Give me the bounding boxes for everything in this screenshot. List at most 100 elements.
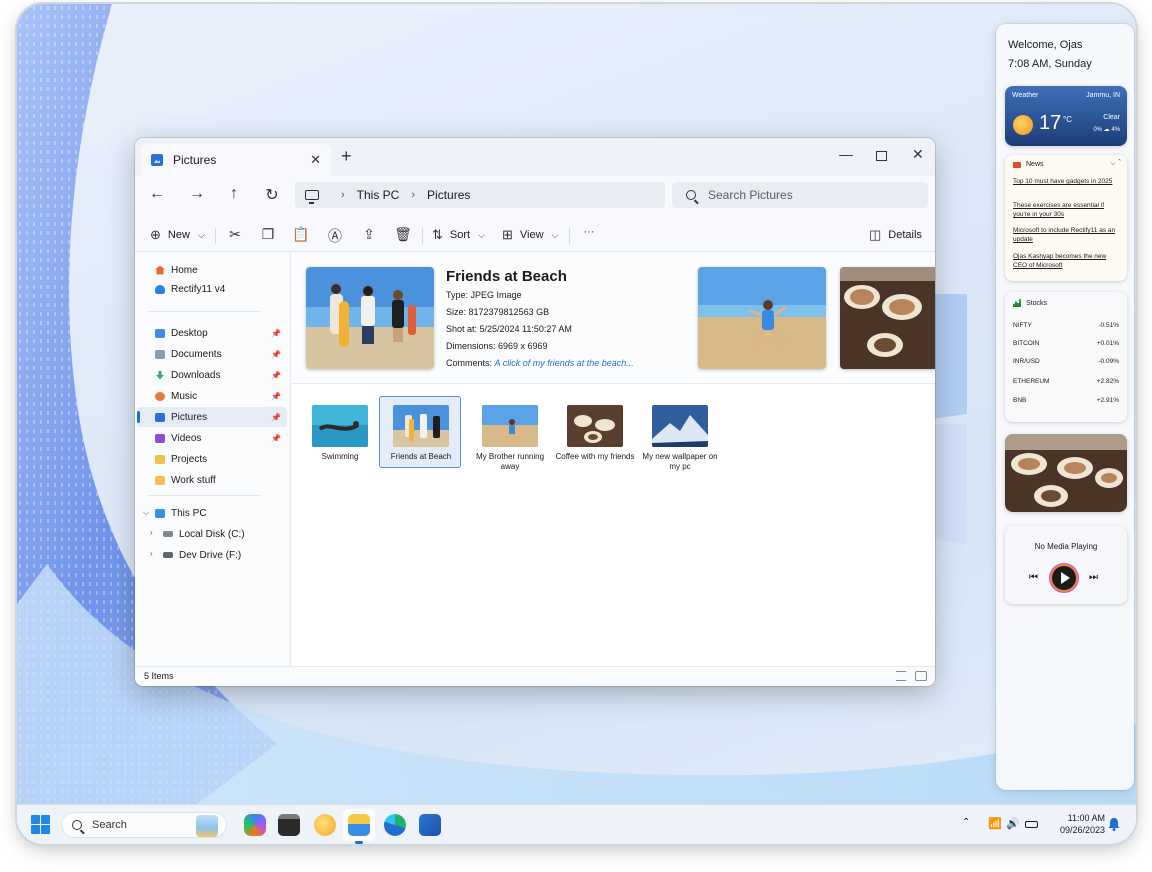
photos-widget[interactable] [1005, 434, 1127, 512]
next-track-icon[interactable]: ⏭ [1089, 572, 1098, 583]
stocks-widget[interactable]: Stocks NIFTY -0.51% BITCOIN +0.01% INR/USD… [1005, 292, 1127, 422]
chevron-down-icon: ⌵ [551, 229, 559, 240]
sidebar-item-label: Dev Drive (F:) [179, 549, 242, 561]
news-headline[interactable]: Microsoft to include Rectify11 as an upd… [1013, 226, 1121, 244]
sidebar-item-projects[interactable]: Projects [137, 449, 287, 469]
new-tab-button[interactable]: + [341, 147, 352, 165]
close-tab-icon[interactable]: ✕ [310, 152, 321, 168]
close-window-button[interactable]: ✕ [912, 146, 924, 163]
sidebar-item-dev-drive[interactable]: Dev Drive (F:) [145, 545, 295, 565]
news-headline[interactable]: These exercises are essential if you're … [1013, 201, 1121, 219]
address-bar[interactable]: › This PC › Pictures [295, 182, 665, 208]
pin-icon[interactable]: 📌 [271, 329, 281, 338]
details-button[interactable]: ◫ Details [869, 227, 922, 243]
stocks-header: Stocks [1013, 299, 1047, 307]
breadcrumb-this-pc[interactable]: This PC [357, 188, 400, 202]
sort-button[interactable]: ⇅ Sort ⌵ [432, 227, 485, 243]
file-explorer-window: Pictures ✕ + — ✕ ← → ↑ ↻ › This PC › Pic… [135, 138, 935, 686]
back-button[interactable]: ← [145, 185, 169, 203]
maximize-button[interactable] [876, 151, 887, 161]
tab-pictures[interactable]: Pictures ✕ [141, 144, 331, 176]
breadcrumb-separator-icon: › [341, 189, 345, 201]
drive-icon [163, 531, 173, 537]
sidebar-item-pictures[interactable]: Pictures 📌 [137, 407, 287, 427]
chevron-down-icon: ⌵ [197, 229, 205, 240]
related-photo-2[interactable] [840, 267, 935, 369]
sidebar-item-this-pc[interactable]: This PC [137, 503, 287, 523]
sidebar-item-rectify11[interactable]: Rectify11 v4 [137, 279, 287, 299]
previous-track-icon[interactable]: ⏮ [1029, 572, 1038, 583]
delete-icon[interactable]: 🗑 [394, 226, 412, 243]
pin-icon[interactable]: 📌 [271, 392, 281, 401]
file-tile-wallpaper[interactable]: My new wallpaper on my pc [639, 397, 721, 471]
sidebar-item-documents[interactable]: Documents 📌 [137, 344, 287, 364]
file-tile-friends-at-beach[interactable]: Friends at Beach [379, 396, 461, 468]
sidebar-item-music[interactable]: Music 📌 [137, 386, 287, 406]
sidebar-item-home[interactable]: Home [137, 260, 287, 280]
related-photo-1[interactable] [698, 267, 826, 369]
stock-symbol: BNB [1013, 397, 1027, 404]
comments-value[interactable]: A click of my friends at the beach... [495, 358, 634, 368]
sun-app-icon[interactable] [314, 814, 336, 836]
folder-icon [155, 454, 165, 464]
stock-change: +2.82% [1096, 378, 1119, 385]
copilot-icon[interactable] [244, 814, 266, 836]
up-button[interactable]: ↑ [222, 185, 246, 203]
stock-change: -0.51% [1098, 322, 1119, 329]
more-options-icon[interactable]: ··· [580, 226, 598, 238]
selected-photo-preview[interactable] [306, 267, 434, 369]
news-headline[interactable]: Top 10 must have gadgets in 2025 [1013, 177, 1121, 186]
large-icons-view-icon[interactable] [915, 671, 927, 681]
file-tile-swimming[interactable]: Swimming [299, 397, 381, 469]
media-widget: No Media Playing ⏮ ⏭ [1005, 526, 1127, 604]
sidebar-item-label: Documents [171, 348, 222, 360]
breadcrumb-pictures[interactable]: Pictures [427, 188, 470, 202]
notification-bell-icon[interactable] [1108, 818, 1120, 831]
cut-icon[interactable]: ✂ [226, 226, 244, 243]
terminal-icon[interactable] [278, 814, 300, 836]
sidebar-item-label: Music [171, 390, 198, 402]
rename-icon[interactable]: Ⓐ [326, 226, 344, 246]
file-comments: Comments: A click of my friends at the b… [446, 358, 634, 368]
file-tile-brother-running[interactable]: My Brother running away [469, 397, 551, 471]
sidebar-item-desktop[interactable]: Desktop 📌 [137, 323, 287, 343]
taskbar-search[interactable]: Search [61, 812, 227, 838]
sidebar-item-local-disk[interactable]: Local Disk (C:) [145, 524, 295, 544]
pin-icon[interactable]: 📌 [271, 434, 281, 443]
news-headline[interactable]: Ojas Kashyap becomes the new CEO of Micr… [1013, 252, 1121, 270]
show-hidden-icons-chevron-icon[interactable]: ⌃ [962, 817, 970, 828]
chevron-controls-icon[interactable]: ⌵ ⌃ [1110, 160, 1121, 168]
view-button[interactable]: ⊞ View ⌵ [502, 227, 558, 243]
minimize-button[interactable]: — [839, 146, 853, 162]
file-tile-coffee[interactable]: Coffee with my friends [554, 397, 636, 469]
start-button[interactable] [31, 815, 50, 834]
sidebar-item-downloads[interactable]: Downloads 📌 [137, 365, 287, 385]
sidebar-item-videos[interactable]: Videos 📌 [137, 428, 287, 448]
play-icon[interactable] [1052, 566, 1076, 590]
running-indicator [355, 841, 363, 844]
share-icon[interactable]: ⇪ [360, 226, 378, 243]
stocks-title: Stocks [1026, 299, 1048, 307]
coffee-photo-image [1005, 434, 1127, 512]
sidebar-item-work-stuff[interactable]: Work stuff [137, 470, 287, 490]
details-view-icon[interactable] [895, 671, 907, 681]
wifi-icon[interactable]: 📶 [988, 817, 1002, 830]
media-status: No Media Playing [1034, 542, 1098, 551]
pin-icon[interactable]: 📌 [271, 350, 281, 359]
store-icon[interactable] [419, 814, 441, 836]
weather-widget[interactable]: Weather Jammu, IN 17 °C Clear 0% ☁ 4% [1005, 86, 1127, 146]
refresh-button[interactable]: ↻ [260, 185, 284, 205]
sidebar-item-label: Projects [171, 453, 208, 465]
copy-icon[interactable]: ❐ [259, 226, 277, 243]
pin-icon[interactable]: 📌 [271, 371, 281, 380]
search-input[interactable]: Search Pictures [672, 182, 928, 208]
forward-button[interactable]: → [185, 185, 209, 203]
paste-icon[interactable]: 📋 [292, 226, 310, 243]
taskbar-clock[interactable]: 11:00 AM 09/26/2023 [1047, 812, 1105, 836]
volume-icon[interactable]: 🔊 [1006, 817, 1020, 830]
file-explorer-icon[interactable] [348, 814, 370, 836]
pin-icon[interactable]: 📌 [271, 413, 281, 422]
new-button[interactable]: ⊕ New ⌵ [150, 227, 205, 243]
edge-icon[interactable] [384, 814, 406, 836]
battery-icon[interactable] [1025, 821, 1038, 828]
